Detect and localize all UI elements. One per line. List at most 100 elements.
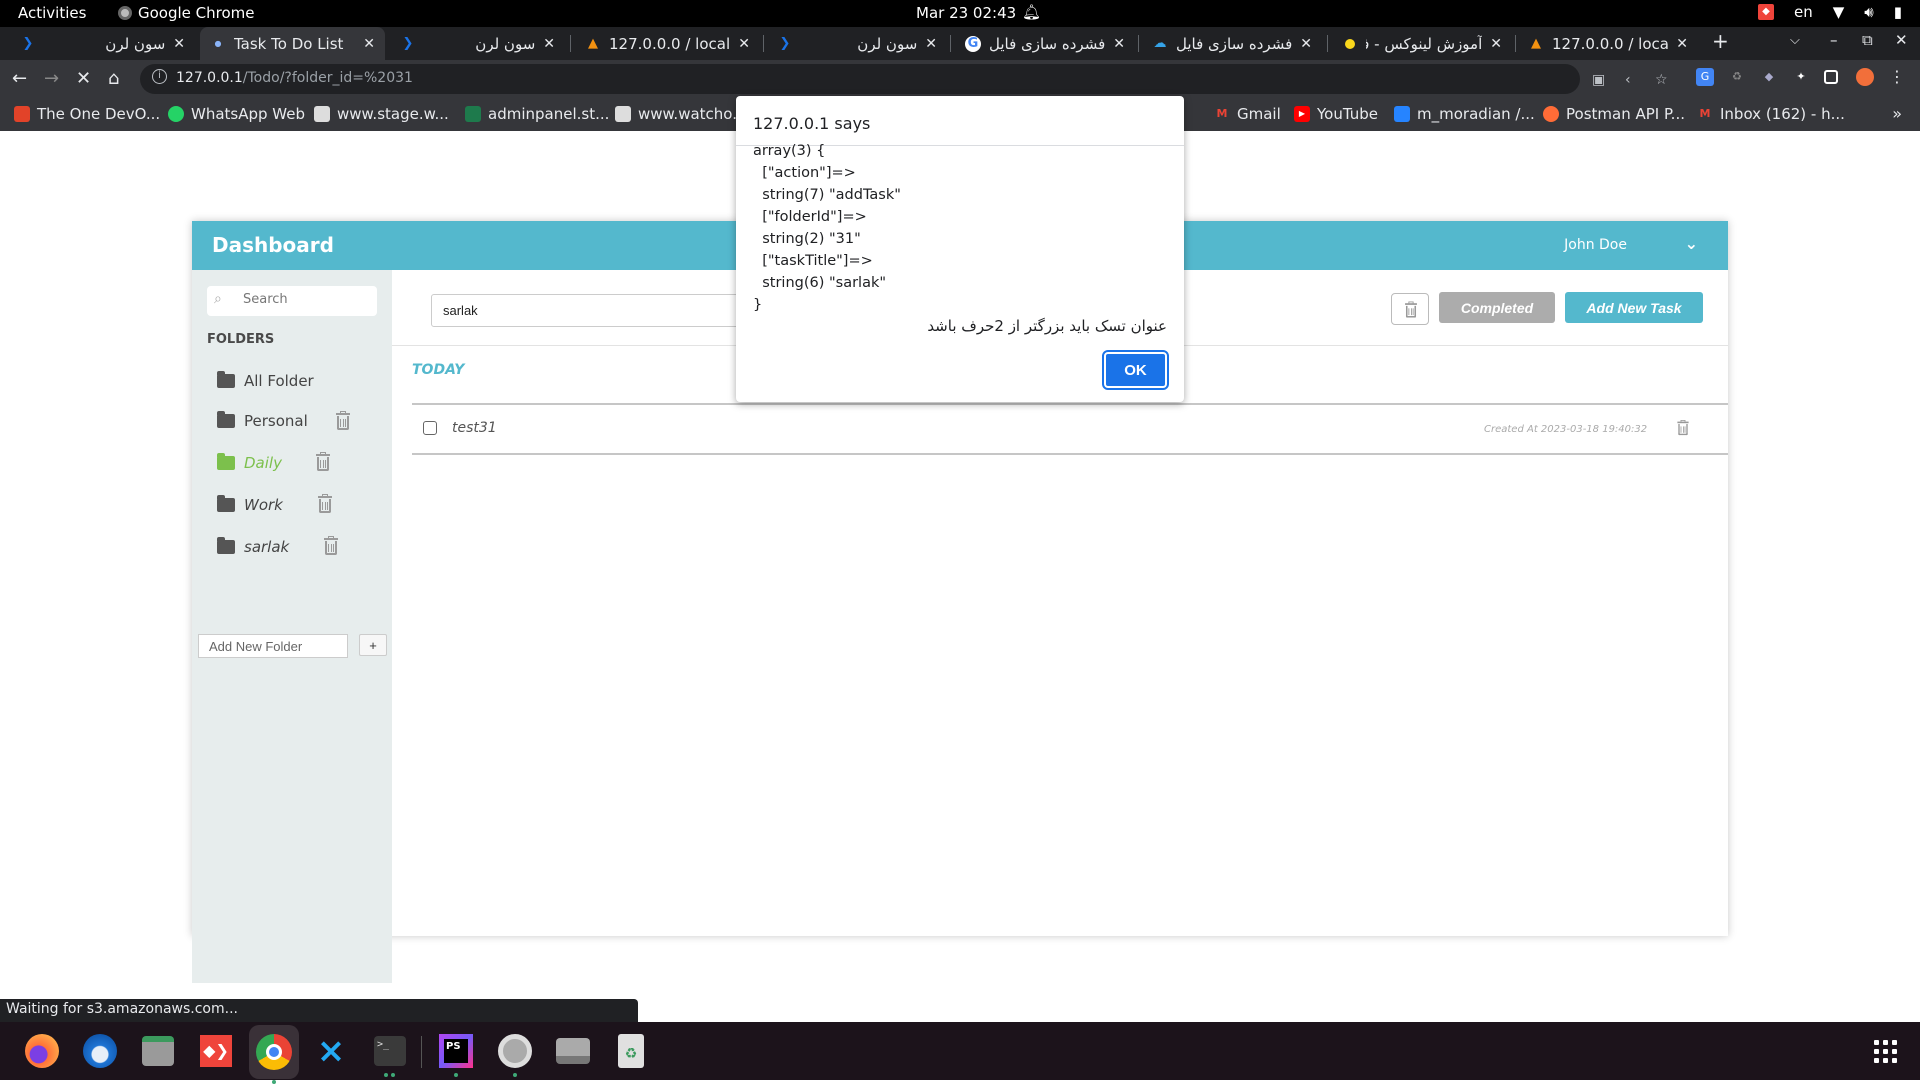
tab-separator [1138, 35, 1139, 52]
google-translate-extension-icon[interactable]: G [1696, 68, 1714, 86]
dock-vscode[interactable]: ⨯ [310, 1030, 352, 1072]
dock-firefox[interactable] [21, 1030, 63, 1072]
dock-thunderbird[interactable] [79, 1030, 121, 1072]
chevron-down-icon[interactable]: ⌄ [1685, 234, 1698, 253]
tab-active[interactable]: ● Task To Do List ✕ [200, 27, 385, 60]
drive-icon [556, 1038, 590, 1064]
bookmark[interactable]: adminpanel.st... [465, 105, 609, 123]
tab[interactable]: ▲ 127.0.0.0 / localho ✕ [1518, 27, 1698, 60]
tab-title: فشرده سازی فایل د [989, 34, 1106, 53]
add-new-task-button[interactable]: Add New Task [1565, 292, 1703, 323]
restore-button[interactable]: ⧉ [1862, 31, 1873, 49]
folder-name: Work [244, 496, 283, 514]
info-icon[interactable]: i [152, 69, 167, 84]
bookmark[interactable]: M Inbox (162) - h... [1697, 105, 1845, 123]
close-icon[interactable]: ✕ [1300, 36, 1312, 52]
running-indicator [513, 1073, 517, 1077]
trash-icon [1404, 301, 1418, 319]
close-icon[interactable]: ✕ [738, 36, 750, 52]
delete-folder-trash-icon[interactable] [317, 494, 333, 514]
close-icon[interactable]: ✕ [173, 36, 185, 52]
sidebar: ⌕ FOLDERS All Folder Personal Daily Work [192, 270, 392, 982]
side-panel-icon[interactable] [1824, 70, 1838, 84]
sidebar-item-work[interactable]: Work [217, 495, 283, 514]
tab[interactable]: آموزش لینوکس - فن ✕ [1332, 27, 1512, 60]
menu-kebab-icon[interactable]: ⋮ [1888, 68, 1906, 86]
tab-separator [950, 35, 951, 52]
delete-tasks-button[interactable] [1391, 293, 1429, 325]
close-icon[interactable]: ✕ [925, 36, 937, 52]
language-indicator[interactable]: en [1794, 3, 1813, 21]
close-icon[interactable]: ✕ [1490, 36, 1502, 52]
share-icon[interactable]: ‹ [1625, 72, 1631, 88]
show-applications-icon[interactable] [1874, 1040, 1897, 1063]
system-tray[interactable]: ◆ en ▼ 🔊︎ ▮ [1757, 3, 1902, 21]
clock[interactable]: Mar 23 02:43 [916, 4, 1016, 22]
close-icon[interactable]: ✕ [1676, 36, 1688, 52]
bookmark[interactable]: www.watcho... [615, 105, 747, 123]
anydesk-tray-icon[interactable]: ◆ [1757, 4, 1774, 20]
sidebar-item-sarlak[interactable]: sarlak [217, 537, 289, 556]
dock-anydesk[interactable]: ◆❯ [195, 1030, 237, 1072]
home-button[interactable]: ⌂ [108, 68, 119, 89]
soonlearn-icon: ❯ [779, 36, 791, 51]
tab[interactable]: G فشرده سازی فایل د ✕ [955, 27, 1135, 60]
completed-button[interactable]: Completed [1439, 292, 1555, 323]
sidebar-search[interactable]: ⌕ [207, 286, 377, 316]
task-checkbox[interactable] [423, 421, 437, 435]
bookmark[interactable]: www.stage.w... [314, 105, 449, 123]
add-folder-button[interactable]: + [359, 634, 387, 656]
bookmark[interactable]: Postman API P... [1543, 105, 1685, 123]
url-text[interactable]: 127.0.0.1/Todo/?folder_id=%2031 [176, 70, 413, 86]
dock-phpstorm[interactable]: PS [435, 1030, 477, 1077]
forward-button[interactable]: → [44, 68, 59, 89]
dock-trash[interactable]: ♻ [610, 1030, 652, 1072]
user-name[interactable]: John Doe [1564, 237, 1627, 253]
tab[interactable]: ❯ سون لرن ✕ [767, 27, 947, 60]
puzzle-extensions-icon[interactable]: ✦ [1792, 68, 1810, 86]
delete-folder-trash-icon[interactable] [315, 452, 331, 472]
close-icon[interactable]: ✕ [363, 36, 375, 52]
stop-button[interactable]: ✕ [76, 68, 91, 89]
sidebar-item-all-folder[interactable]: All Folder [217, 371, 314, 390]
bookmark[interactable]: The One DevO... [14, 105, 160, 123]
bookmark[interactable]: ▶ YouTube [1294, 105, 1378, 123]
delete-folder-trash-icon[interactable] [335, 411, 351, 431]
dock-terminal[interactable]: >_ [369, 1030, 411, 1077]
close-icon[interactable]: ✕ [543, 36, 555, 52]
bookmark[interactable]: M Gmail [1214, 105, 1281, 123]
delete-task-trash-icon[interactable] [1677, 420, 1690, 436]
minimize-button[interactable]: – [1830, 31, 1838, 49]
delete-folder-trash-icon[interactable] [323, 536, 339, 556]
ok-button[interactable]: OK [1102, 350, 1169, 390]
dock-chrome[interactable] [249, 1025, 299, 1084]
search-input[interactable] [243, 292, 371, 307]
dock-files[interactable] [137, 1030, 179, 1072]
tab[interactable]: ❯ سون لرن ✕ [10, 27, 195, 60]
more-bookmarks-icon[interactable]: » [1892, 104, 1902, 123]
tab[interactable]: ❯ سون لرن ✕ [390, 27, 565, 60]
profile-avatar[interactable] [1856, 68, 1874, 86]
tab[interactable]: ▲ 127.0.0.0 / localho ✕ [575, 27, 760, 60]
sidebar-item-personal[interactable]: Personal [217, 411, 308, 430]
star-icon[interactable]: ☆ [1655, 72, 1668, 88]
close-icon[interactable]: ✕ [1113, 36, 1125, 52]
shield-extension-icon[interactable]: ◆ [1760, 68, 1778, 86]
translate-icon[interactable]: ▣ [1592, 72, 1605, 88]
recycle-extension-icon[interactable]: ♻ [1728, 68, 1746, 86]
new-tab-button[interactable]: + [1712, 29, 1729, 53]
back-button[interactable]: ← [12, 68, 27, 89]
activities-button[interactable]: Activities [18, 4, 86, 22]
close-window-button[interactable]: ✕ [1895, 31, 1908, 49]
add-folder-input[interactable] [198, 634, 348, 658]
dock-settings[interactable] [494, 1030, 536, 1077]
browser-toolbar: ← → ✕ ⌂ i 127.0.0.1/Todo/?folder_id=%203… [0, 60, 1920, 98]
bookmark[interactable]: m_moradian /... [1394, 105, 1535, 123]
tab-search-chevron-icon[interactable]: ⌵ [1790, 33, 1800, 48]
address-bar[interactable]: i 127.0.0.1/Todo/?folder_id=%2031 ▣ ‹ ☆ [140, 64, 1668, 94]
bookmark[interactable]: WhatsApp Web [168, 105, 305, 123]
sidebar-item-daily[interactable]: Daily [217, 453, 282, 472]
app-menu[interactable]: Google Chrome [118, 4, 255, 22]
tab[interactable]: ☁ فشرده سازی فایل د ✕ [1142, 27, 1322, 60]
dock-drive[interactable] [552, 1030, 594, 1072]
